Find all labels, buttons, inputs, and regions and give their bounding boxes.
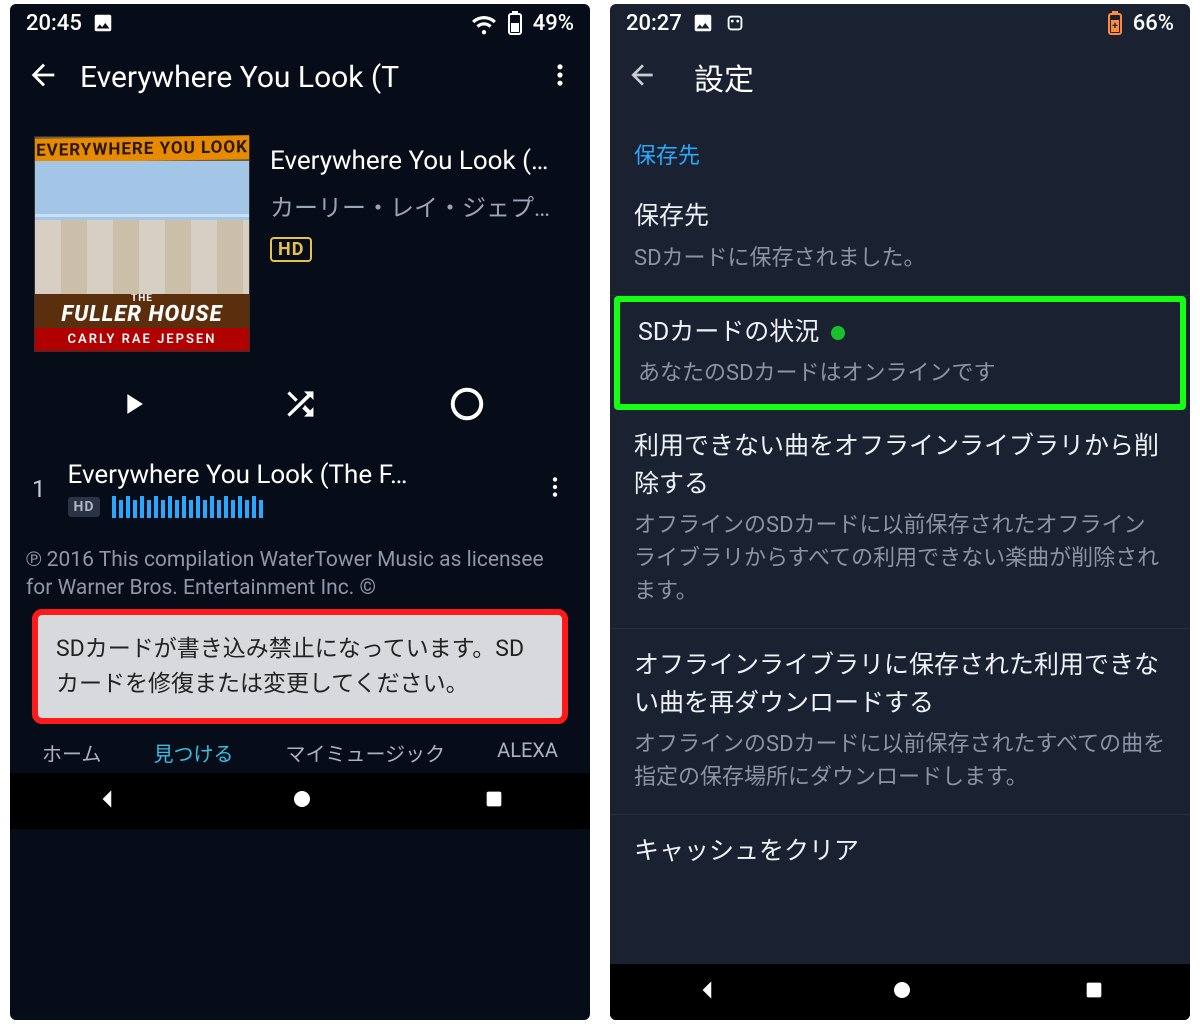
- shuffle-button[interactable]: [278, 382, 322, 426]
- back-button[interactable]: [26, 58, 60, 96]
- setting-clear-cache[interactable]: キャッシュをクリア: [610, 815, 1190, 891]
- android-nav-bar: [610, 964, 1190, 1020]
- image-icon: [692, 12, 714, 34]
- album-artist: カーリー・レイ・ジェプ…: [270, 188, 566, 223]
- track-number: 1: [32, 475, 46, 503]
- image-icon: [92, 12, 114, 34]
- equalizer-icon: [112, 496, 263, 518]
- android-nav-bar: [10, 773, 590, 829]
- setting-subtitle: あなたのSDカードはオンラインです: [638, 357, 1162, 390]
- album-art-mid-text: THE FULLER HOUSE: [35, 294, 249, 328]
- section-header-storage: 保存先: [610, 112, 1190, 180]
- status-bar: 20:45 49%: [10, 4, 590, 42]
- album-title: Everywhere You Look (…: [270, 146, 566, 176]
- error-toast-text: SDカードが書き込み禁止になっています。SDカードを修復または変更してください。: [56, 635, 524, 698]
- album-art[interactable]: EVERYWHERE YOU LOOK THE FULLER HOUSE CAR…: [34, 136, 250, 352]
- nav-home-button[interactable]: [290, 787, 314, 815]
- setting-title: 利用できない曲をオフラインライブラリから削除する: [634, 428, 1166, 503]
- bottom-tab-bar: ホーム 見つける マイミュージック ALEXA: [10, 728, 590, 773]
- page-title: 設定: [694, 55, 1174, 99]
- battery-percent: 66%: [1133, 11, 1174, 36]
- nav-back-button[interactable]: [95, 786, 121, 816]
- track-hd-badge: HD: [68, 497, 101, 517]
- page-title: Everywhere You Look (T: [80, 60, 526, 95]
- track-title: Everywhere You Look (The F…: [68, 460, 521, 490]
- copyright-text: ℗ 2016 This compilation WaterTower Music…: [10, 536, 590, 603]
- battery-icon: [507, 11, 523, 35]
- album-header: EVERYWHERE YOU LOOK THE FULLER HOUSE CAR…: [10, 112, 590, 364]
- svg-text:+: +: [1112, 21, 1118, 32]
- tab-find[interactable]: 見つける: [153, 738, 233, 767]
- back-button[interactable]: [626, 59, 658, 95]
- album-art-bottom-text: CARLY RAE JEPSEN: [35, 328, 249, 351]
- track-row[interactable]: 1 Everywhere You Look (The F… HD: [10, 442, 590, 536]
- nav-recent-button[interactable]: [1083, 979, 1105, 1005]
- setting-sd-status[interactable]: SDカードの状況 あなたのSDカードはオンラインです: [614, 296, 1186, 411]
- setting-title: オフラインライブラリに保存された利用できない曲を再ダウンロードする: [634, 647, 1166, 722]
- overflow-menu-button[interactable]: [546, 61, 574, 93]
- setting-remove-unavailable[interactable]: 利用できない曲をオフラインライブラリから削除する オフラインのSDカードに以前保…: [610, 410, 1190, 629]
- hd-badge: HD: [270, 237, 312, 262]
- app-bar: 設定: [610, 42, 1190, 112]
- debug-icon: [724, 12, 746, 34]
- setting-title: 保存先: [634, 198, 1166, 236]
- phone-settings: 20:27 + 66% 設定 保存先 保存先 SDカードに保存されました。 SD…: [610, 4, 1190, 1020]
- status-dot-online-icon: [831, 326, 845, 340]
- battery-percent: 49%: [533, 11, 574, 36]
- status-time: 20:45: [26, 11, 82, 36]
- battery-icon: +: [1107, 11, 1123, 35]
- setting-subtitle: オフラインのSDカードに以前保存されたオフラインライブラリからすべての利用できな…: [634, 509, 1166, 608]
- nav-recent-button[interactable]: [483, 788, 505, 814]
- error-toast: SDカードが書き込み禁止になっています。SDカードを修復または変更してください。: [32, 609, 568, 724]
- album-art-mid-main: FULLER HOUSE: [61, 302, 222, 327]
- track-overflow-button[interactable]: [542, 474, 568, 504]
- play-button[interactable]: [111, 382, 155, 426]
- status-time: 20:27: [626, 11, 682, 36]
- status-bar: 20:27 + 66%: [610, 4, 1190, 42]
- tab-home[interactable]: ホーム: [42, 738, 101, 767]
- phone-music-player: 20:45 49% Everywhere You Look (T EVERYWH…: [10, 4, 590, 1020]
- setting-title-text: SDカードの状況: [638, 318, 819, 347]
- tab-mymusic[interactable]: マイミュージック: [286, 738, 446, 767]
- playback-controls: [10, 364, 590, 442]
- setting-title: SDカードの状況: [638, 314, 1162, 352]
- nav-back-button[interactable]: [695, 977, 721, 1007]
- nav-home-button[interactable]: [890, 978, 914, 1006]
- album-art-top-text: EVERYWHERE YOU LOOK: [35, 135, 249, 163]
- app-bar: Everywhere You Look (T: [10, 42, 590, 112]
- setting-storage-location[interactable]: 保存先 SDカードに保存されました。: [610, 180, 1190, 296]
- setting-subtitle: オフラインのSDカードに以前保存されたすべての曲を指定の保存場所にダウンロードし…: [634, 728, 1166, 794]
- setting-subtitle: SDカードに保存されました。: [634, 242, 1166, 275]
- wifi-icon: [471, 10, 497, 36]
- setting-title: キャッシュをクリア: [634, 833, 1166, 871]
- record-button[interactable]: [445, 382, 489, 426]
- tab-alexa[interactable]: ALEXA: [497, 738, 558, 767]
- setting-redownload[interactable]: オフラインライブラリに保存された利用できない曲を再ダウンロードする オフラインの…: [610, 629, 1190, 815]
